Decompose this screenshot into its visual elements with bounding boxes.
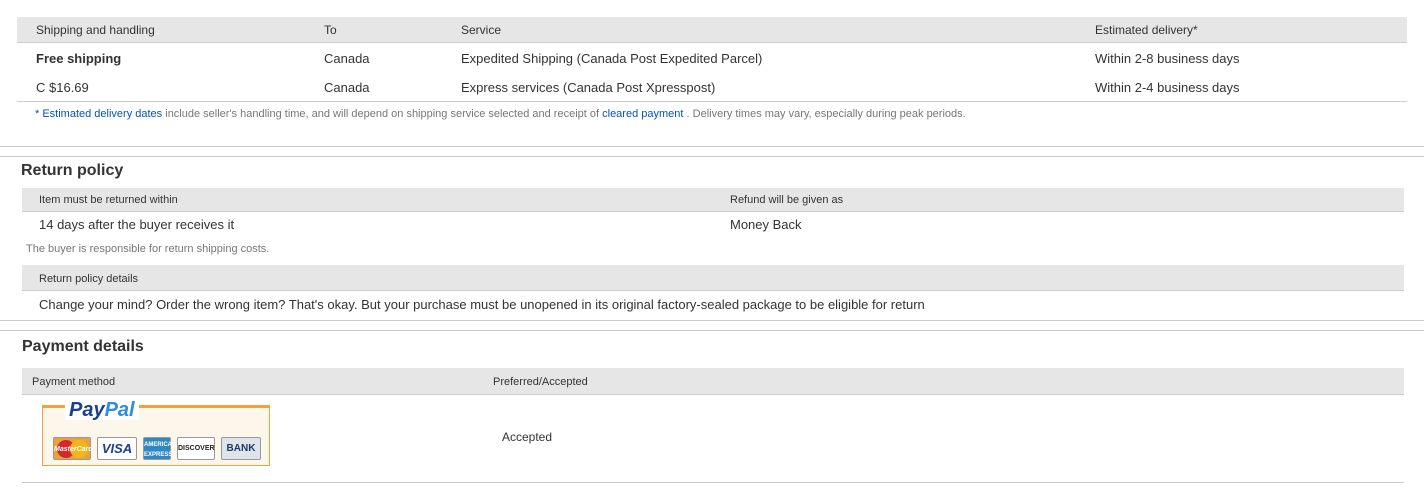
estimated-delivery-dates-link[interactable]: Estimated delivery dates xyxy=(42,108,162,120)
return-policy-details-header: Return policy details xyxy=(22,265,1404,291)
return-policy-header: Item must be returned within Refund will… xyxy=(22,188,1404,212)
shipping-delivery: Within 2-4 business days xyxy=(1095,80,1240,95)
bank-label: BANK xyxy=(226,443,256,454)
shipping-delivery: Within 2-8 business days xyxy=(1095,51,1240,66)
payment-accepted-status: Accepted xyxy=(502,430,553,444)
note-text-1: include seller's handling time, and will… xyxy=(165,108,600,120)
shipping-cost: Free shipping xyxy=(36,51,122,66)
mastercard-icon: MasterCard xyxy=(53,437,93,460)
visa-icon: VISA xyxy=(97,437,137,460)
visa-label: VISA xyxy=(101,441,133,456)
section-divider xyxy=(0,146,1424,147)
header-estimated-delivery: Estimated delivery* xyxy=(1095,23,1198,37)
discover-label: DISCOVER xyxy=(178,445,215,452)
return-policy-details-text: Change your mind? Order the wrong item? … xyxy=(39,297,925,312)
bank-icon: BANK xyxy=(221,437,261,460)
header-return-policy-details: Return policy details xyxy=(39,273,139,285)
note-asterisk: * xyxy=(35,108,40,120)
paypal-logo: PayPal xyxy=(65,400,139,420)
header-returned-within: Item must be returned within xyxy=(39,194,178,206)
header-to: To xyxy=(324,23,337,37)
return-shipping-note: The buyer is responsible for return ship… xyxy=(26,243,270,255)
section-divider xyxy=(0,156,1424,157)
shipping-service: Expedited Shipping (Canada Post Expedite… xyxy=(461,51,763,66)
payment-details-title: Payment details xyxy=(22,338,144,355)
discover-icon: DISCOVER xyxy=(177,437,215,460)
section-divider xyxy=(0,330,1424,331)
return-within-value: 14 days after the buyer receives it xyxy=(39,217,235,232)
shipping-cost: C $16.69 xyxy=(36,80,89,95)
shipping-to: Canada xyxy=(324,80,370,95)
header-service: Service xyxy=(461,23,502,37)
paypal-logo-pal: Pal xyxy=(104,399,135,421)
shipping-service: Express services (Canada Post Xpresspost… xyxy=(461,80,716,95)
shipping-row: Free shipping Canada Expedited Shipping … xyxy=(17,44,1407,73)
header-shipping-handling: Shipping and handling xyxy=(36,23,155,37)
refund-value: Money Back xyxy=(730,217,802,232)
header-payment-method: Payment method xyxy=(32,376,116,388)
amex-icon: AMERICAN EXPRESS xyxy=(143,437,176,460)
shipping-row: C $16.69 Canada Express services (Canada… xyxy=(17,73,1407,102)
mastercard-label: MasterCard xyxy=(54,446,93,453)
shipping-to: Canada xyxy=(324,51,370,66)
delivery-note: * Estimated delivery dates include selle… xyxy=(35,108,966,120)
return-policy-title: Return policy xyxy=(21,162,124,179)
amex-label: AMERICAN EXPRESS xyxy=(144,442,177,458)
shipping-table-header: Shipping and handling To Service Estimat… xyxy=(17,17,1407,43)
payment-table-header: Payment method Preferred/Accepted xyxy=(22,368,1404,395)
header-refund-given-as: Refund will be given as xyxy=(730,194,844,206)
note-text-2: . Delivery times may vary, especially du… xyxy=(686,108,966,120)
row-divider xyxy=(22,482,1404,483)
section-divider xyxy=(0,320,1424,321)
cleared-payment-link[interactable]: cleared payment xyxy=(602,108,683,120)
paypal-badge[interactable]: PayPal MasterCard VISA AMERICAN EXPRESS … xyxy=(42,400,270,466)
paypal-logo-pay: Pay xyxy=(69,399,105,421)
header-preferred-accepted: Preferred/Accepted xyxy=(493,376,588,388)
